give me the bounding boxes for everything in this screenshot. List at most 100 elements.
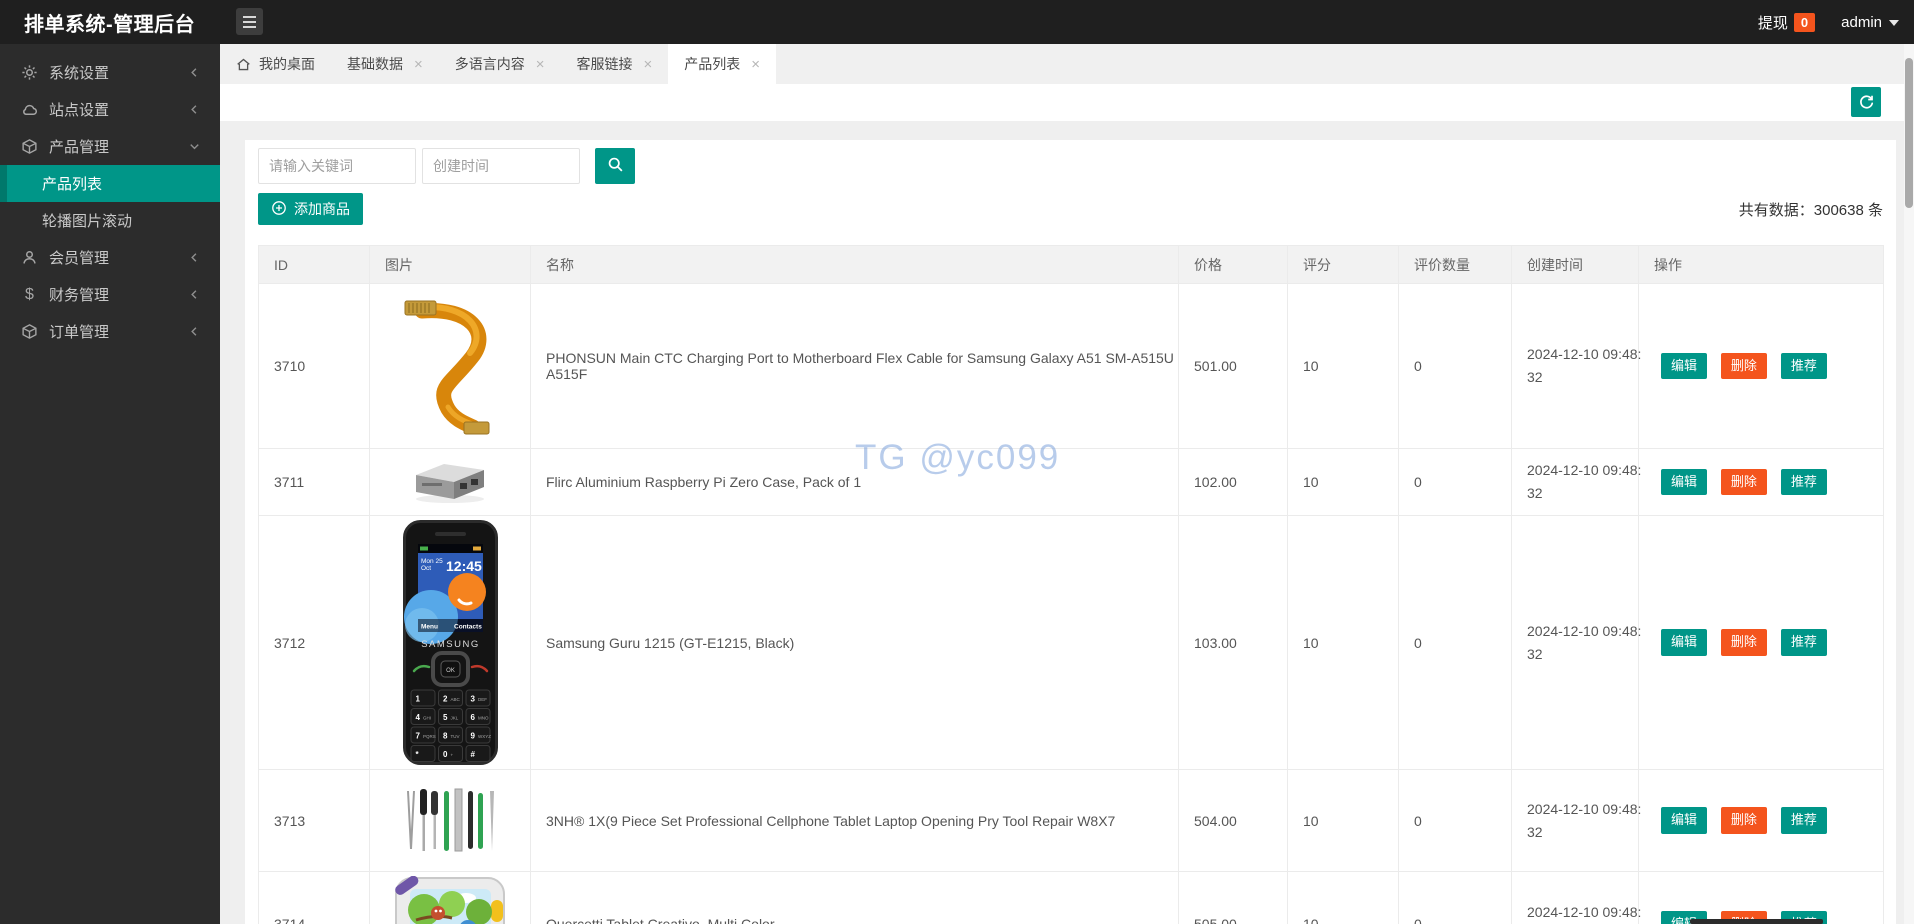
toolbar-strip — [220, 84, 1904, 121]
edit-button[interactable]: 编辑 — [1661, 468, 1708, 496]
sidebar-item-member-management[interactable]: 会员管理 — [0, 239, 220, 276]
table-header-row: ID 图片 名称 价格 评分 评价数量 创建时间 操作 — [258, 245, 1884, 284]
cell-created: 2024-12-10 09:48:32 — [1511, 515, 1641, 770]
tab-product-list[interactable]: 产品列表 × — [668, 44, 777, 84]
svg-text:12:45: 12:45 — [446, 558, 482, 574]
sidebar-item-product-list[interactable]: 产品列表 — [0, 165, 220, 202]
refresh-button[interactable] — [1851, 87, 1881, 117]
cell-actions: 编辑 删除 推荐 — [1638, 515, 1884, 770]
recommend-button[interactable]: 推荐 — [1780, 468, 1827, 496]
vertical-scrollbar[interactable] — [1904, 44, 1914, 924]
cell-price: 501.00 — [1178, 283, 1288, 449]
search-button[interactable] — [595, 148, 635, 184]
edit-button[interactable]: 编辑 — [1661, 807, 1708, 834]
keyword-input[interactable] — [258, 148, 416, 184]
products-table-wrap: ID 图片 名称 价格 评分 评价数量 创建时间 操作 3710 PHONSUN… — [258, 245, 1884, 924]
svg-text:OK: OK — [446, 668, 455, 674]
app-title: 排单系统-管理后台 — [24, 13, 196, 36]
horizontal-scrollbar-thumb[interactable] — [1690, 919, 1823, 924]
cell-image — [369, 769, 531, 872]
cell-actions: 编辑 删除 推荐 — [1638, 769, 1884, 872]
tab-service-links[interactable]: 客服链接 × — [561, 44, 669, 84]
cell-actions: 编辑 删除 推荐 — [1638, 448, 1884, 516]
add-product-button[interactable]: 添加商品 — [258, 193, 363, 225]
sidebar-item-order-management[interactable]: 订单管理 — [0, 313, 220, 350]
total-count-text: 共有数据：300638 条 — [1738, 201, 1883, 219]
delete-button[interactable]: 删除 — [1720, 807, 1767, 834]
cell-reviews: 0 — [1398, 769, 1512, 872]
created-date-input[interactable] — [422, 148, 580, 184]
svg-text:Contacts: Contacts — [454, 624, 482, 631]
content-area: 添加商品 共有数据：300638 条 ID 图片 名称 — [220, 84, 1904, 924]
cell-id: 3713 — [258, 769, 370, 872]
table-row: 3712 Mon 25 Oct 12:45 Menu Contacts SAMS… — [258, 515, 1884, 770]
svg-text:#: # — [470, 750, 475, 759]
sidebar-item-system-settings[interactable]: 系统设置 — [0, 54, 220, 91]
cell-price: 102.00 — [1178, 448, 1288, 516]
recommend-button[interactable]: 推荐 — [1780, 352, 1827, 380]
cell-name: Flirc Aluminium Raspberry Pi Zero Case, … — [530, 448, 1179, 516]
svg-text:Mon 25: Mon 25 — [421, 558, 443, 565]
cell-actions: 编辑 删除 推荐 — [1638, 283, 1884, 449]
svg-text:SAMSUNG: SAMSUNG — [421, 639, 480, 650]
topbar: 排单系统-管理后台 提现 0 admin — [0, 0, 1914, 44]
svg-text:2: 2 — [443, 695, 448, 704]
cell-price: 103.00 — [1178, 515, 1288, 770]
table-row: 3714 Quercetti Tablet Creativo, Multi Co… — [258, 871, 1884, 924]
svg-text:5: 5 — [443, 713, 448, 722]
sidebar-item-carousel-images[interactable]: 轮播图片滚动 — [0, 202, 220, 239]
hamburger-menu-icon[interactable] — [236, 8, 263, 35]
username: admin — [1841, 13, 1882, 31]
tab-my-desktop[interactable]: 我的桌面 — [220, 44, 331, 84]
cell-created: 2024-12-10 09:48:32 — [1511, 448, 1641, 516]
close-icon[interactable]: × — [644, 57, 653, 72]
svg-text:1: 1 — [415, 695, 420, 704]
svg-text:WXYZ: WXYZ — [478, 734, 491, 739]
edit-button[interactable]: 编辑 — [1661, 352, 1708, 380]
cell-created: 2024-12-10 09:48:32 — [1511, 769, 1641, 872]
recommend-button[interactable]: 推荐 — [1780, 629, 1827, 656]
vertical-scrollbar-thumb[interactable] — [1905, 58, 1913, 208]
sidebar-item-product-management[interactable]: 产品管理 — [0, 128, 220, 165]
cell-reviews: 0 — [1398, 283, 1512, 449]
svg-text:3: 3 — [470, 695, 475, 704]
dollar-icon: $ — [25, 285, 34, 303]
product-list-card: 添加商品 共有数据：300638 条 ID 图片 名称 — [245, 140, 1896, 924]
tab-multilanguage[interactable]: 多语言内容 × — [439, 44, 561, 84]
col-created: 创建时间 — [1511, 245, 1639, 284]
svg-text:6: 6 — [470, 713, 475, 722]
close-icon[interactable]: × — [751, 57, 760, 72]
user-menu[interactable]: admin — [1841, 14, 1899, 31]
sidebar-item-site-settings[interactable]: 站点设置 — [0, 91, 220, 128]
svg-text:8: 8 — [443, 732, 448, 741]
chevron-left-icon — [187, 65, 202, 80]
svg-text:Oct: Oct — [421, 565, 431, 572]
cell-reviews: 0 — [1398, 448, 1512, 516]
plus-circle-icon — [271, 200, 287, 219]
cell-reviews: 0 — [1398, 515, 1512, 770]
delete-button[interactable]: 删除 — [1720, 468, 1767, 496]
admin-app: 排单系统-管理后台 提现 0 admin 系统设置 站点设置 产品管理 产品列表… — [0, 0, 1914, 924]
home-icon — [236, 57, 251, 72]
cell-price: 504.00 — [1178, 769, 1288, 872]
svg-text:JKL: JKL — [450, 716, 458, 721]
delete-button[interactable]: 删除 — [1720, 352, 1767, 380]
withdraw-link[interactable]: 提现 — [1758, 12, 1788, 33]
cell-name: 3NH® 1X(9 Piece Set Professional Cellpho… — [530, 769, 1179, 872]
cell-name: Samsung Guru 1215 (GT-E1215, Black) — [530, 515, 1179, 770]
sidebar-item-finance-management[interactable]: $ 财务管理 — [0, 276, 220, 313]
chevron-left-icon — [187, 324, 202, 339]
tab-basic-data[interactable]: 基础数据 × — [331, 44, 439, 84]
chevron-left-icon — [187, 250, 202, 265]
recommend-button[interactable]: 推荐 — [1780, 807, 1827, 834]
gear-icon — [21, 64, 38, 81]
table-row: 3713 3NH® 1X(9 Piece Set Professional Ce… — [258, 769, 1884, 872]
close-icon[interactable]: × — [414, 57, 423, 72]
user-icon — [21, 249, 38, 266]
close-icon[interactable]: × — [536, 57, 545, 72]
table-row: 3710 PHONSUN Main CTC Charging Port to M… — [258, 283, 1884, 449]
edit-button[interactable]: 编辑 — [1661, 629, 1708, 656]
cell-id: 3714 — [258, 871, 370, 924]
delete-button[interactable]: 删除 — [1720, 629, 1767, 656]
products-table: ID 图片 名称 价格 评分 评价数量 创建时间 操作 3710 PHONSUN… — [258, 245, 1884, 924]
